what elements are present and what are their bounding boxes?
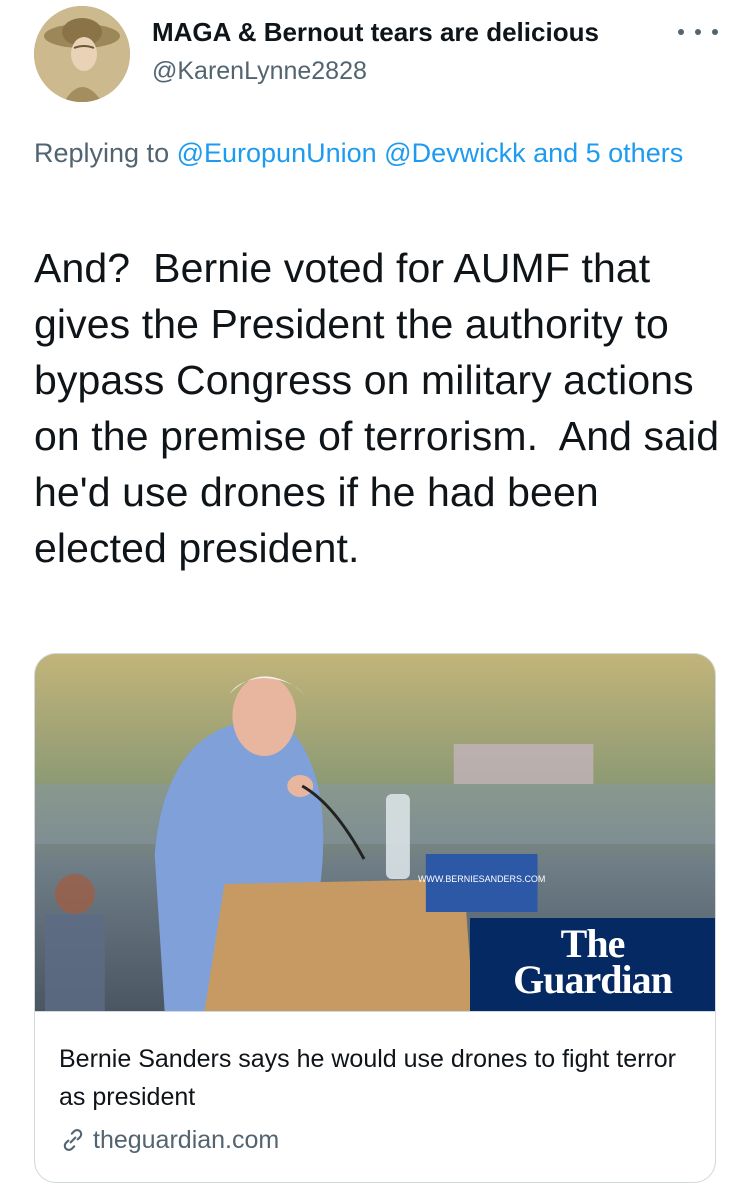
user-handle[interactable]: @KarenLynne2828	[152, 56, 367, 86]
replying-to-label: Replying to	[34, 138, 177, 168]
replying-to: Replying to @EuropunUnion @Devwickk and …	[34, 134, 714, 172]
more-options-icon[interactable]	[678, 20, 718, 44]
mention-link[interactable]: @Devwickk	[384, 138, 525, 168]
card-image: WWW.BERNIESANDERS.COM The Guardian	[35, 654, 715, 1011]
podium-sign-text: WWW.BERNIESANDERS.COM	[418, 874, 545, 884]
avatar[interactable]	[34, 6, 130, 102]
link-icon	[59, 1126, 87, 1154]
card-body[interactable]: Bernie Sanders says he would use drones …	[35, 1011, 715, 1182]
logo-line-1: The	[560, 921, 626, 966]
card-domain[interactable]: theguardian.com	[59, 1124, 279, 1156]
mention-link[interactable]: @EuropunUnion	[177, 138, 377, 168]
link-card[interactable]: WWW.BERNIESANDERS.COM The Guardian Berni…	[34, 653, 716, 1183]
guardian-logo: The Guardian	[470, 918, 715, 1011]
card-title[interactable]: Bernie Sanders says he would use drones …	[59, 1040, 689, 1116]
tweet-text: And? Bernie voted for AUMF that gives th…	[34, 245, 731, 571]
logo-line-2: Guardian	[513, 957, 673, 1002]
others-link[interactable]: and 5 others	[533, 138, 683, 168]
card-domain-text[interactable]: theguardian.com	[93, 1124, 279, 1156]
display-name[interactable]: MAGA & Bernout tears are delicious	[152, 16, 652, 48]
